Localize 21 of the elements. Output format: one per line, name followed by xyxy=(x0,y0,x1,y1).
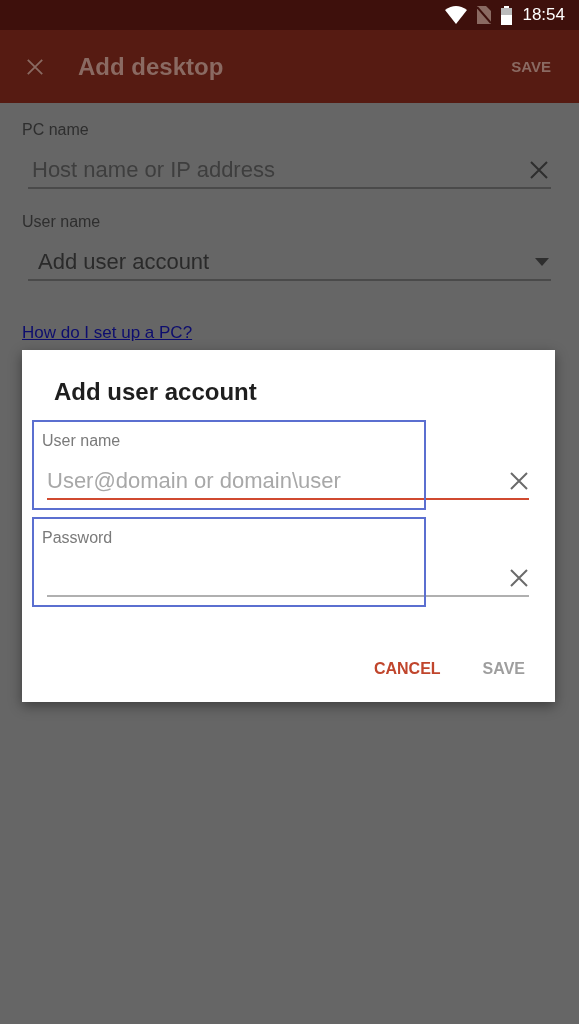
no-sim-icon xyxy=(477,6,492,24)
field-label: User name xyxy=(42,432,122,450)
clear-icon[interactable] xyxy=(529,160,549,180)
field-label: PC name xyxy=(22,121,90,139)
dropdown-value: Add user account xyxy=(38,249,211,275)
app-title: Add desktop xyxy=(78,52,225,81)
dialog-title: Add user account xyxy=(54,378,258,406)
save-button[interactable]: SAVE xyxy=(507,54,555,79)
help-link[interactable]: How do I set up a PC? xyxy=(22,323,193,343)
dropdown-caret-icon xyxy=(535,258,549,266)
user-dropdown[interactable]: Add user account xyxy=(28,245,551,281)
input-field[interactable]: User@domain or domain\user xyxy=(47,464,529,500)
clear-icon[interactable] xyxy=(509,568,529,588)
field-label: Password xyxy=(42,529,114,547)
clear-icon[interactable] xyxy=(509,471,529,491)
close-button[interactable] xyxy=(26,57,44,76)
field-label: User name xyxy=(22,213,102,231)
dialog-button[interactable]: CANCEL xyxy=(369,656,445,682)
battery-icon xyxy=(501,5,513,25)
wifi-icon xyxy=(445,6,468,24)
status-time: 18:54 xyxy=(522,5,565,25)
